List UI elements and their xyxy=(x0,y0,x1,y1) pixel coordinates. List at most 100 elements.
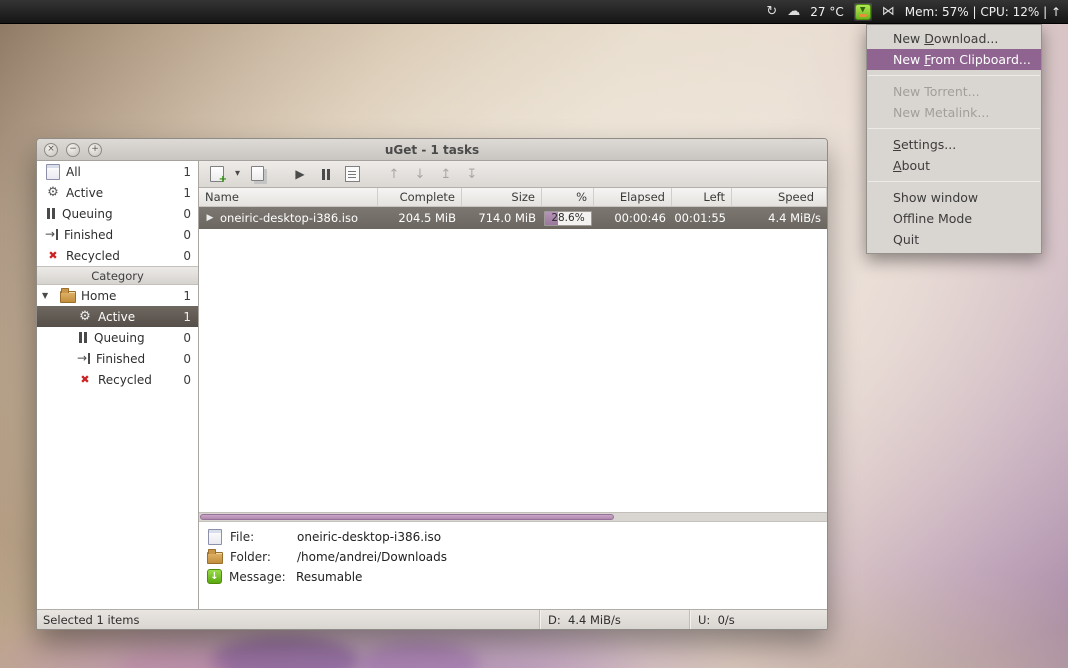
task-name: oneiric-desktop-i386.iso xyxy=(220,211,359,225)
task-row[interactable]: ▶ oneiric-desktop-i386.iso 204.5 MiB 714.0 … xyxy=(199,207,827,229)
menu-item-settings[interactable]: Settings... xyxy=(867,134,1041,155)
menu-item-show-window[interactable]: Show window xyxy=(867,187,1041,208)
session-swirl-icon[interactable]: ↻ xyxy=(766,5,777,18)
table-header: Name Complete Size% Elapsed Left Speed xyxy=(199,188,827,207)
task-size: 714.0 MiB xyxy=(478,211,536,225)
start-button[interactable]: ▶ xyxy=(287,163,313,186)
sidebar-item-home[interactable]: ▼ Home 1 xyxy=(37,285,198,306)
menu-item-new-metalink: New Metalink... xyxy=(893,105,990,120)
menu-item-new-download[interactable]: New Download... xyxy=(867,28,1041,49)
doc-multi-icon xyxy=(250,167,266,182)
sidebar-item-recycled[interactable]: ✖ Recycled 0 xyxy=(37,245,198,266)
maximize-button[interactable]: + xyxy=(88,142,102,157)
file-icon xyxy=(207,529,223,544)
folder-icon xyxy=(60,288,76,303)
sidebar-item-label: Finished xyxy=(64,227,114,242)
main-area: ▾ ▶ ↑ ↓ ↥ ↧ NameCompleteSize%ElapsedLeftSpeed… xyxy=(199,161,827,609)
item-count: 0 xyxy=(183,227,191,242)
state-filter-list: All 1 ⚙ Active 1 Queuing 0 Finished 0 ✖ Recycled 0 xyxy=(37,161,198,266)
wallpaper-flower-decoration xyxy=(360,642,480,668)
toolbar: ▾ ▶ ↑ ↓ ↥ ↧ xyxy=(199,161,827,188)
detail-row-message: ↓ Message: Resumable xyxy=(207,569,819,584)
menu-item-offline-mode[interactable]: Offline Mode xyxy=(867,208,1041,229)
recycled-icon: ✖ xyxy=(48,249,58,262)
scrollbar-thumb[interactable] xyxy=(200,514,615,520)
item-count: 0 xyxy=(183,372,191,387)
sidebar-item-active[interactable]: ⚙ Active 1 xyxy=(37,182,198,203)
menu-item-about[interactable]: About xyxy=(867,155,1041,176)
new-download-menu-button[interactable]: ▾ xyxy=(230,163,245,186)
sidebar-item-queuing[interactable]: Queuing 0 xyxy=(37,327,198,348)
column-header-size[interactable]: Size xyxy=(462,188,542,206)
minimize-button[interactable]: − xyxy=(66,142,80,157)
item-count: 1 xyxy=(183,288,191,303)
item-count: 1 xyxy=(183,164,191,179)
task-elapsed: 00:00:46 xyxy=(614,211,666,225)
system-monitor-indicator[interactable]: Mem: 57% | CPU: 12% | ↑ xyxy=(905,5,1061,19)
new-download-button[interactable] xyxy=(204,163,230,186)
pause-button[interactable] xyxy=(313,163,339,186)
expander-icon[interactable]: ▼ xyxy=(42,291,55,300)
sidebar-item-label: Queuing xyxy=(94,330,145,345)
doc-icon xyxy=(209,167,227,185)
item-count: 0 xyxy=(183,330,191,345)
column-header-complete[interactable]: Complete xyxy=(378,188,462,206)
column-header-name[interactable]: Name xyxy=(199,188,378,206)
titlebar[interactable]: × − + uGet - 1 tasks xyxy=(37,139,827,161)
sidebar: All1⚙Active1Queuing0Finished0✖Recycled0 … xyxy=(37,161,199,609)
task-list[interactable]: ▶ oneiric-desktop-i386.iso 204.5 MiB 714.0 … xyxy=(199,207,827,512)
close-button[interactable]: × xyxy=(44,142,58,157)
menu-item-quit[interactable]: Quit xyxy=(867,229,1041,250)
sidebar-item-finished[interactable]: Finished 0 xyxy=(37,348,198,369)
uget-tray-button[interactable] xyxy=(853,2,872,21)
active-icon: ⚙ xyxy=(79,309,91,324)
item-count: 1 xyxy=(183,309,191,324)
sidebar-item-label: Home xyxy=(81,288,117,303)
sidebar-item-label: Queuing xyxy=(62,206,113,221)
column-header-elapsed[interactable]: Elapsed xyxy=(594,188,672,206)
move-top-button: ↥ xyxy=(433,163,459,186)
detail-value: oneiric-desktop-i386.iso xyxy=(297,529,442,544)
sidebar-item-finished[interactable]: Finished 0 xyxy=(37,224,198,245)
pause-icon xyxy=(77,330,89,345)
column-header-speed[interactable]: Speed xyxy=(732,188,827,206)
move-up-button: ↑ xyxy=(381,163,407,186)
detail-label: Folder: xyxy=(230,549,271,564)
menu-separator xyxy=(868,128,1040,129)
folder-icon xyxy=(207,549,223,564)
sidebar-item-active[interactable]: ⚙ Active 1 xyxy=(37,306,198,327)
detail-label: File: xyxy=(230,529,255,544)
item-count: 0 xyxy=(183,206,191,221)
sidebar-item-label: Recycled xyxy=(66,248,120,263)
play-icon: ▶ xyxy=(206,212,214,223)
chevron-down-icon: ▾ xyxy=(234,168,241,179)
sidebar-item-label: Active xyxy=(98,309,136,324)
item-count: 1 xyxy=(183,185,191,200)
temperature-indicator[interactable]: 27 °C xyxy=(810,5,843,19)
play-icon: ▶ xyxy=(295,167,305,181)
wallpaper-flower-decoration xyxy=(210,636,360,668)
menu-separator xyxy=(868,181,1040,182)
wallpaper-flower-decoration xyxy=(120,648,230,668)
menu-separator xyxy=(868,75,1040,76)
top-panel: ↻ ☁ 27 °C ⋈ Mem: 57% | CPU: 12% | ↑ xyxy=(0,0,1068,24)
bowtie-indicator-icon[interactable]: ⋈ xyxy=(882,5,895,18)
details-panel: File: oneiric-desktop-i386.iso Folder: /hom… xyxy=(199,521,827,609)
sidebar-item-all[interactable]: All 1 xyxy=(37,161,198,182)
uget-tray-menu: New Download... New From Clipboard... New … xyxy=(866,24,1042,254)
detail-row-file: File: oneiric-desktop-i386.iso xyxy=(207,529,819,544)
properties-button[interactable] xyxy=(339,163,365,186)
column-header-left[interactable]: Left xyxy=(672,188,732,206)
statusbar: Selected 1 items D: 4.4 MiB/s U: 0/s xyxy=(37,609,827,629)
weather-cloud-icon[interactable]: ☁ xyxy=(787,5,800,18)
sidebar-item-recycled[interactable]: ✖ Recycled 0 xyxy=(37,369,198,390)
menu-item-new-from-clipboard[interactable]: New From Clipboard... xyxy=(867,49,1041,70)
detail-row-folder: Folder: /home/andrei/Downloads xyxy=(207,549,819,564)
new-category-button[interactable] xyxy=(245,163,271,186)
sidebar-item-label: Recycled xyxy=(98,372,152,387)
message-icon: ↓ xyxy=(207,569,222,584)
horizontal-scrollbar[interactable] xyxy=(199,512,827,521)
column-header-percent[interactable]: % xyxy=(542,188,594,206)
sidebar-item-queuing[interactable]: Queuing 0 xyxy=(37,203,198,224)
task-left: 00:01:55 xyxy=(674,211,726,225)
